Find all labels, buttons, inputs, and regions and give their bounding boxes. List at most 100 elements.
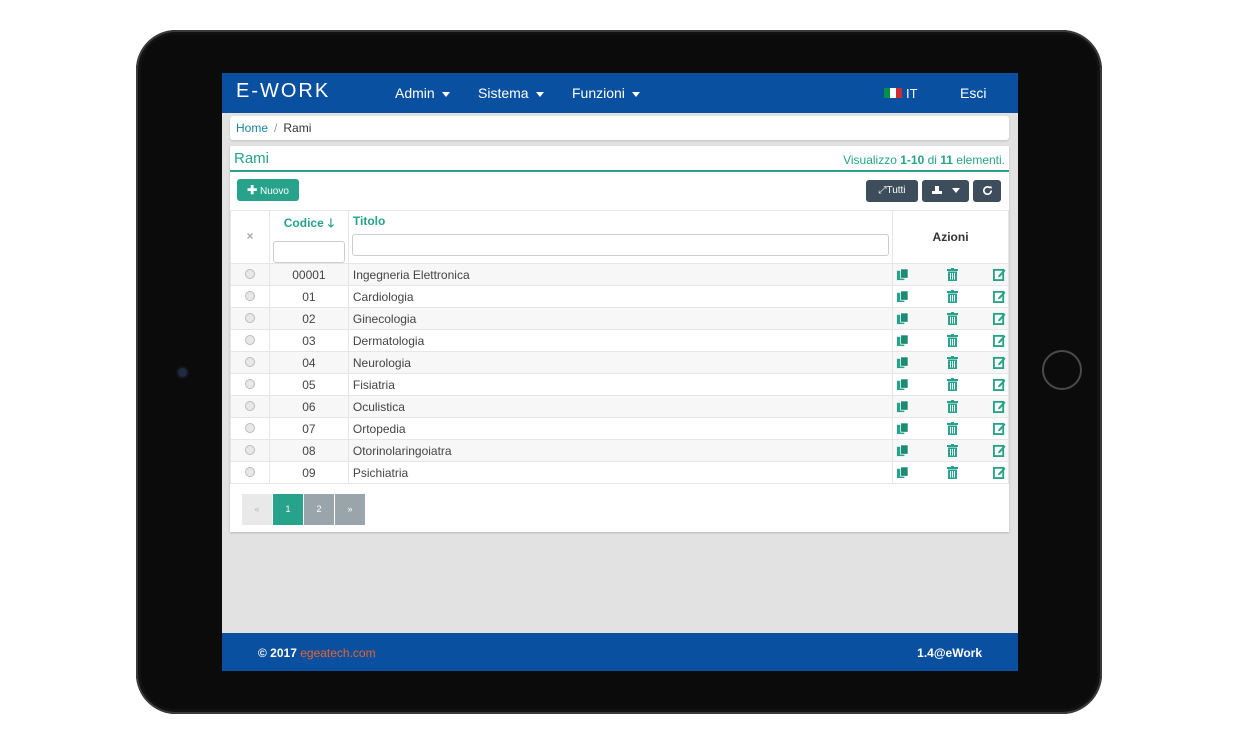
trash-icon[interactable] bbox=[945, 443, 959, 457]
copy-icon[interactable] bbox=[895, 443, 909, 457]
actions-column-header: Azioni bbox=[892, 210, 1009, 264]
copy-icon[interactable] bbox=[895, 377, 909, 391]
trash-icon[interactable] bbox=[945, 267, 959, 281]
copy-icon[interactable] bbox=[895, 289, 909, 303]
trash-icon[interactable] bbox=[945, 355, 959, 369]
row-select-cell bbox=[230, 263, 270, 286]
row-title: Dermatologia bbox=[347, 329, 894, 352]
row-select-radio[interactable] bbox=[244, 400, 255, 411]
copy-icon[interactable] bbox=[895, 333, 909, 347]
summary-total: 11 bbox=[940, 153, 953, 167]
top-navbar: E-WORK Admin Sistema Funzioni IT Esci bbox=[222, 73, 1018, 113]
menu-funzioni[interactable]: Funzioni bbox=[572, 85, 640, 101]
row-actions bbox=[892, 417, 1009, 440]
table-row[interactable]: 00001 Ingegneria Elettronica bbox=[230, 263, 1009, 286]
table-row[interactable]: 01 Cardiologia bbox=[230, 285, 1009, 308]
rami-table: × Codice 🡓 Titolo Azioni 00001 Ingegneria … bbox=[230, 210, 1009, 484]
row-select-radio[interactable] bbox=[244, 466, 255, 477]
row-title: Otorinolaringoiatra bbox=[347, 439, 894, 462]
row-title: Cardiologia bbox=[347, 285, 894, 308]
edit-icon[interactable] bbox=[992, 289, 1006, 303]
edit-icon[interactable] bbox=[992, 443, 1006, 457]
row-title: Ortopedia bbox=[347, 417, 894, 440]
clear-filter-icon[interactable]: × bbox=[231, 211, 269, 243]
trash-icon[interactable] bbox=[945, 333, 959, 347]
export-dropdown-button[interactable] bbox=[922, 180, 969, 202]
menu-sistema[interactable]: Sistema bbox=[478, 85, 544, 101]
caret-down-icon bbox=[631, 91, 640, 97]
tablet-camera bbox=[178, 368, 187, 377]
trash-icon[interactable] bbox=[945, 311, 959, 325]
row-select-radio[interactable] bbox=[244, 378, 255, 389]
trash-icon[interactable] bbox=[945, 289, 959, 303]
row-actions bbox=[892, 439, 1009, 462]
trash-icon[interactable] bbox=[945, 377, 959, 391]
edit-icon[interactable] bbox=[992, 355, 1006, 369]
pagination-prev[interactable]: « bbox=[242, 494, 273, 525]
new-button[interactable]: ✚ Nuovo bbox=[237, 179, 299, 201]
copy-icon[interactable] bbox=[895, 465, 909, 479]
table-row[interactable]: 05 Fisiatria bbox=[230, 373, 1009, 396]
rami-panel: Rami Visualizzo 1-10 di 11 elementi. ✚ N… bbox=[230, 146, 1009, 532]
sort-by-code[interactable]: Codice 🡓 bbox=[270, 211, 348, 235]
edit-icon[interactable] bbox=[992, 421, 1006, 435]
logout-link[interactable]: Esci bbox=[960, 85, 986, 101]
row-select-radio[interactable] bbox=[244, 312, 255, 323]
copy-icon[interactable] bbox=[895, 421, 909, 435]
row-select-radio[interactable] bbox=[244, 444, 255, 455]
row-select-radio[interactable] bbox=[244, 290, 255, 301]
summary-prefix: Visualizzo bbox=[843, 153, 901, 167]
refresh-button[interactable] bbox=[973, 180, 1001, 202]
edit-icon[interactable] bbox=[992, 399, 1006, 413]
table-row[interactable]: 02 Ginecologia bbox=[230, 307, 1009, 330]
copy-icon[interactable] bbox=[895, 355, 909, 369]
sort-by-title[interactable]: Titolo bbox=[349, 211, 892, 228]
edit-icon[interactable] bbox=[992, 311, 1006, 325]
edit-icon[interactable] bbox=[992, 465, 1006, 479]
table-row[interactable]: 03 Dermatologia bbox=[230, 329, 1009, 352]
title-filter-input[interactable] bbox=[351, 234, 890, 256]
language-selector[interactable]: IT bbox=[906, 86, 918, 101]
row-select-cell bbox=[230, 417, 270, 440]
show-all-button[interactable]: ⤢Tutti bbox=[866, 180, 918, 202]
italian-flag-icon[interactable] bbox=[884, 88, 902, 98]
table-row[interactable]: 07 Ortopedia bbox=[230, 417, 1009, 440]
table-row[interactable]: 09 Psichiatria bbox=[230, 461, 1009, 484]
footer-company-link[interactable]: egeatech.com bbox=[300, 646, 375, 660]
table-row[interactable]: 04 Neurologia bbox=[230, 351, 1009, 374]
row-select-radio[interactable] bbox=[244, 422, 255, 433]
row-select-radio[interactable] bbox=[244, 268, 255, 279]
summary-mid: di bbox=[924, 153, 941, 167]
menu-admin[interactable]: Admin bbox=[395, 85, 450, 101]
copy-icon[interactable] bbox=[895, 311, 909, 325]
pagination-page-2[interactable]: 2 bbox=[304, 494, 335, 525]
row-actions bbox=[892, 351, 1009, 374]
copyright-text: © 2017 bbox=[258, 646, 301, 660]
row-code: 02 bbox=[268, 307, 349, 330]
edit-icon[interactable] bbox=[992, 267, 1006, 281]
menu-sistema-label: Sistema bbox=[478, 85, 529, 101]
tablet-home-button bbox=[1042, 350, 1082, 390]
copy-icon[interactable] bbox=[895, 267, 909, 281]
row-actions bbox=[892, 329, 1009, 352]
edit-icon[interactable] bbox=[992, 377, 1006, 391]
row-actions bbox=[892, 307, 1009, 330]
breadcrumb-separator: / bbox=[274, 121, 278, 135]
edit-icon[interactable] bbox=[992, 333, 1006, 347]
plus-icon: ✚ bbox=[247, 183, 258, 197]
pagination-next[interactable]: » bbox=[335, 494, 366, 525]
panel-header: Rami Visualizzo 1-10 di 11 elementi. bbox=[230, 146, 1009, 172]
trash-icon[interactable] bbox=[945, 399, 959, 413]
row-select-radio[interactable] bbox=[244, 356, 255, 367]
pagination-page-1[interactable]: 1 bbox=[273, 494, 304, 525]
brand-logo[interactable]: E-WORK bbox=[236, 80, 330, 103]
table-row[interactable]: 08 Otorinolaringoiatra bbox=[230, 439, 1009, 462]
table-row[interactable]: 06 Oculistica bbox=[230, 395, 1009, 418]
trash-icon[interactable] bbox=[945, 421, 959, 435]
code-filter-input[interactable] bbox=[272, 241, 345, 263]
trash-icon[interactable] bbox=[945, 465, 959, 479]
copy-icon[interactable] bbox=[895, 399, 909, 413]
breadcrumb-home[interactable]: Home bbox=[236, 121, 268, 135]
row-select-radio[interactable] bbox=[244, 334, 255, 345]
row-title: Fisiatria bbox=[347, 373, 894, 396]
